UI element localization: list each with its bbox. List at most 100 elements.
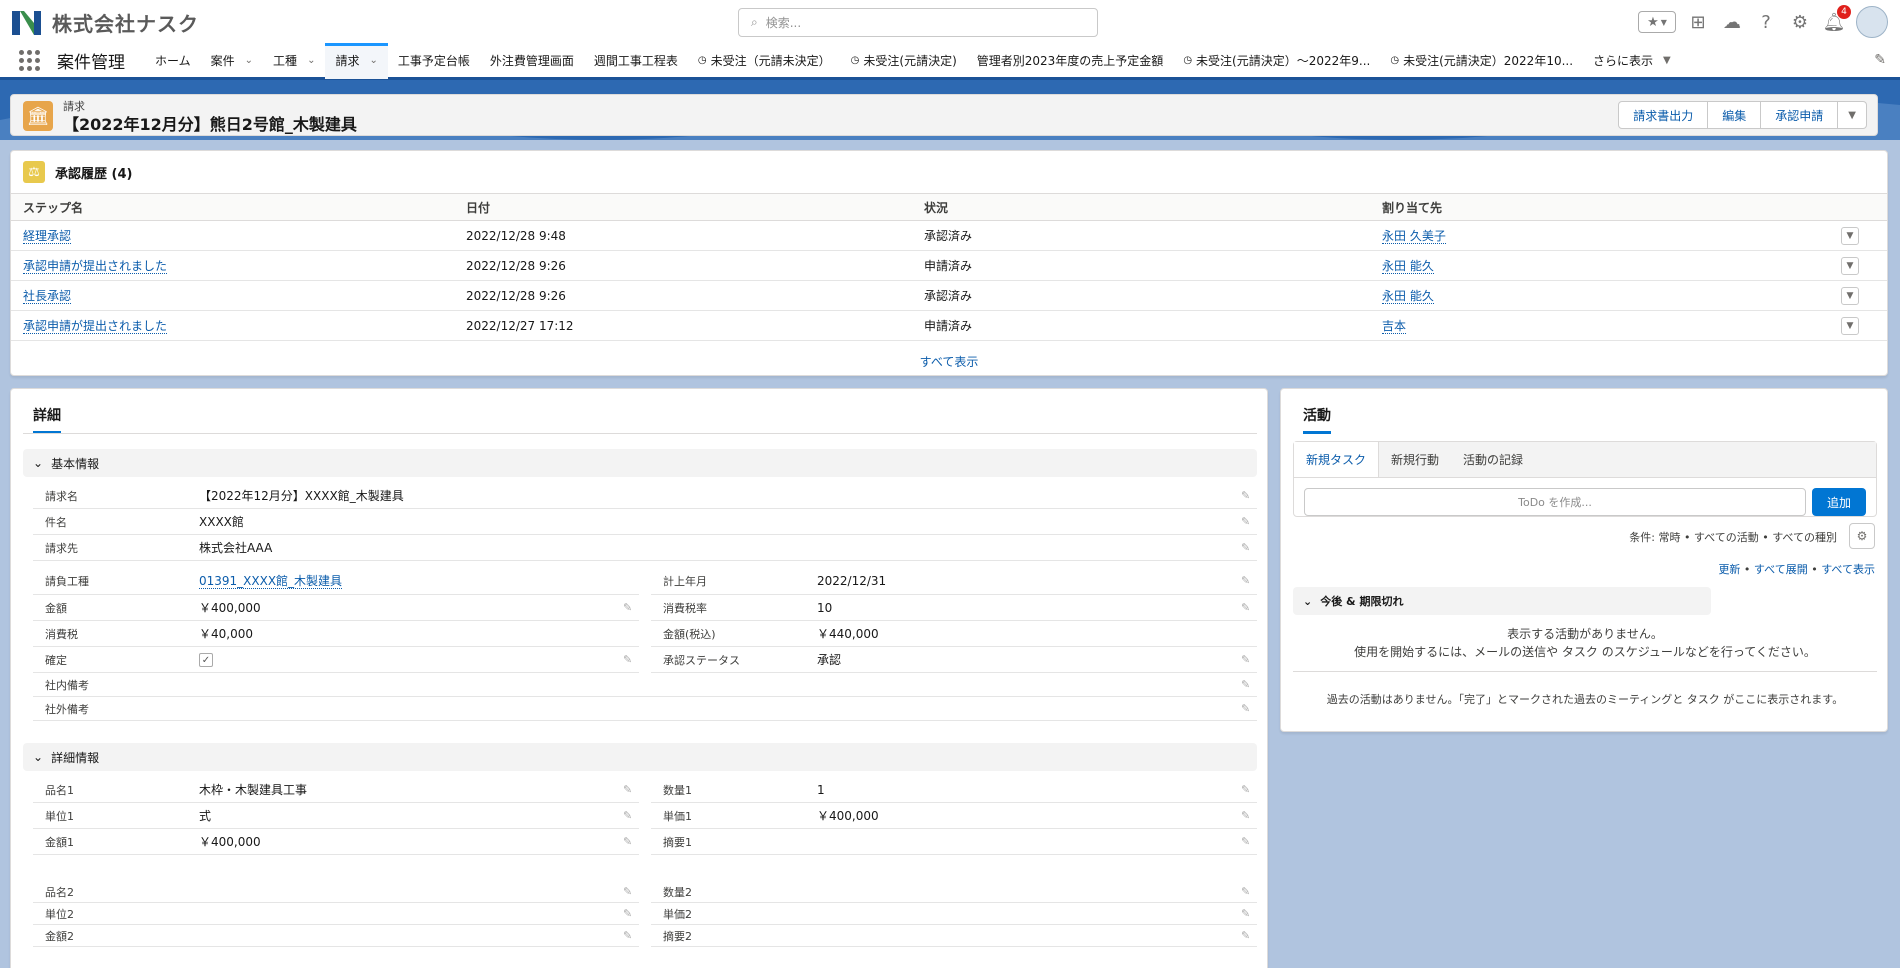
edit-pencil-icon[interactable]: ✎ <box>623 835 639 848</box>
add-task-button[interactable]: 追加 <box>1812 488 1866 516</box>
step-name-link[interactable]: 承認申請が提出されました <box>23 259 168 274</box>
assignee-link[interactable]: 永田 能久 <box>1382 259 1434 274</box>
nav-item-outsourcing[interactable]: 外注費管理画面 <box>480 43 584 79</box>
approval-icon: ⚖ <box>23 161 45 183</box>
step-name-link[interactable]: 経理承認 <box>23 229 72 244</box>
assignee-link[interactable]: 永田 久美子 <box>1382 229 1446 244</box>
row-actions-caret-icon[interactable]: ▼ <box>1841 286 1859 305</box>
chevron-down-icon[interactable]: ⌄ <box>245 55 253 66</box>
tab-new-event[interactable]: 新規行動 <box>1379 442 1451 477</box>
edit-pencil-icon[interactable]: ✎ <box>1241 835 1257 848</box>
field-label: 計上年月 <box>663 574 707 588</box>
confirmed-checkbox[interactable]: ✓ <box>199 653 213 668</box>
step-name-link[interactable]: 社長承認 <box>23 289 72 304</box>
nav-item-cases[interactable]: 案件 ⌄ <box>201 43 263 79</box>
row-actions-caret-icon[interactable]: ▼ <box>1841 226 1859 245</box>
refresh-link[interactable]: 更新 <box>1718 563 1740 576</box>
section-basic-info[interactable]: ⌄ 基本情報 <box>23 449 1257 477</box>
table-row: 承認申請が提出されました 2022/12/28 9:26 申請済み 永田 能久 … <box>11 251 1887 281</box>
edit-button[interactable]: 編集 <box>1708 101 1762 129</box>
row-actions-caret-icon[interactable]: ▼ <box>1841 316 1859 335</box>
nav-item-construction-ledger[interactable]: 工事予定台帳 <box>388 43 480 79</box>
edit-pencil-icon[interactable]: ✎ <box>1241 574 1257 587</box>
more-actions-button[interactable]: ▼ <box>1838 101 1867 129</box>
submit-approval-button[interactable]: 承認申請 <box>1761 101 1839 129</box>
edit-pencil-icon[interactable]: ✎ <box>1241 601 1257 614</box>
filter-gear-icon[interactable]: ⚙ <box>1849 523 1875 549</box>
edit-pencil-icon[interactable]: ✎ <box>623 885 639 898</box>
help-icon[interactable]: ? <box>1754 10 1778 34</box>
row-actions-caret-icon[interactable]: ▼ <box>1841 256 1859 275</box>
list-view-icon: ◷ <box>1183 55 1193 66</box>
setup-gear-icon[interactable]: ⚙ <box>1788 10 1812 34</box>
company-brand[interactable]: 株式会社ナスク <box>12 8 199 37</box>
show-all-link[interactable]: すべて表示 <box>920 355 979 369</box>
edit-pencil-icon[interactable]: ✎ <box>623 929 639 942</box>
tab-log-activity[interactable]: 活動の記録 <box>1451 442 1535 477</box>
chevron-down-icon[interactable]: ⌄ <box>369 55 377 66</box>
nav-item-invoices[interactable]: 請求 ⌄ <box>325 42 388 79</box>
edit-pencil-icon[interactable]: ✎ <box>1241 929 1257 942</box>
upcoming-overdue-section[interactable]: ⌄ 今後 & 期限切れ <box>1293 587 1711 615</box>
assignee-link[interactable]: 永田 能久 <box>1382 289 1434 304</box>
edit-pencil-icon[interactable]: ✎ <box>1241 783 1257 796</box>
approval-history-title[interactable]: 承認履歴 (4) <box>55 163 132 182</box>
todo-input[interactable]: ToDo を作成... <box>1304 488 1806 516</box>
nav-item-unordered-sep[interactable]: ◷ 未受注(元請決定）～2022年9... <box>1173 43 1380 79</box>
expand-all-link[interactable]: すべて展開 <box>1754 563 1808 576</box>
trailhead-icon[interactable]: ☁ <box>1720 10 1744 34</box>
favorites-button[interactable]: ★ ▼ <box>1638 11 1676 33</box>
work-type-link[interactable]: 01391_XXXX館_木製建具 <box>199 574 343 589</box>
edit-pencil-icon[interactable]: ✎ <box>623 653 639 666</box>
tab-details[interactable]: 詳細 <box>33 405 61 434</box>
nav-item-label: 未受注（元請未決定） <box>710 54 831 68</box>
tab-new-task[interactable]: 新規タスク <box>1294 442 1380 477</box>
edit-pencil-icon[interactable]: ✎ <box>1241 809 1257 822</box>
step-name-link[interactable]: 承認申請が提出されました <box>23 319 168 334</box>
edit-pencil-icon[interactable]: ✎ <box>1241 653 1257 666</box>
edit-pencil-icon[interactable]: ✎ <box>1241 541 1257 554</box>
edit-pencil-icon[interactable]: ✎ <box>1241 907 1257 920</box>
approval-status-value: 承認 <box>817 653 842 667</box>
assignee-link[interactable]: 吉本 <box>1382 319 1407 334</box>
nav-item-label: 外注費管理画面 <box>489 54 574 68</box>
invoice-name-value: 【2022年12月分】XXXX館_木製建具 <box>199 489 404 503</box>
nav-item-weekly-schedule[interactable]: 週間工事工程表 <box>584 43 688 79</box>
app-navigation-bar: 案件管理 ホーム 案件 ⌄ 工種 ⌄ 請求 ⌄ 工事予定台帳 外注費管理画面 週間工事… <box>0 42 1900 80</box>
edit-pencil-icon[interactable]: ✎ <box>1241 885 1257 898</box>
edit-pencil-icon[interactable]: ✎ <box>1241 515 1257 528</box>
nav-item-sales-forecast[interactable]: 管理者別2023年度の売上予定金額 <box>967 43 1174 79</box>
edit-pencil-icon[interactable]: ✎ <box>1241 678 1257 691</box>
edit-pencil-icon[interactable]: ✎ <box>1241 489 1257 502</box>
column-header: 状況 <box>924 200 949 215</box>
nav-item-home[interactable]: ホーム <box>145 43 201 79</box>
field-label: 社外備考 <box>45 702 89 716</box>
nav-item-unordered-oct[interactable]: ◷ 未受注(元請決定）2022年10... <box>1380 43 1583 79</box>
view-all-link[interactable]: すべて表示 <box>1821 563 1875 576</box>
nav-item-unordered-decided[interactable]: ◷ 未受注(元請決定) <box>841 43 967 79</box>
date-cell: 2022/12/28 9:26 <box>466 288 566 303</box>
section-detail-info[interactable]: ⌄ 詳細情報 <box>23 743 1257 771</box>
app-launcher-icon[interactable] <box>19 49 41 72</box>
nav-item-more[interactable]: さらに表示 ▼ <box>1583 43 1681 79</box>
chevron-down-icon[interactable]: ⌄ <box>307 55 315 66</box>
nav-item-unordered-undecided[interactable]: ◷ 未受注（元請未決定） <box>688 43 841 79</box>
record-header: 🏛︎ 請求 【2022年12月分】熊日2号館_木製建具 請求書出力 編集 承認申… <box>10 94 1878 136</box>
edit-pencil-icon[interactable]: ✎ <box>623 601 639 614</box>
user-avatar[interactable] <box>1856 6 1888 38</box>
edit-pencil-icon[interactable]: ✎ <box>1241 702 1257 715</box>
edit-pencil-icon[interactable]: ✎ <box>623 907 639 920</box>
activity-filter-text: 条件: 常時 • すべての活動 • すべての種別 <box>1629 531 1837 544</box>
edit-nav-pencil-icon[interactable]: ✎ <box>1874 52 1886 68</box>
global-actions-icon[interactable]: ⊞ <box>1686 10 1710 34</box>
global-search-input[interactable]: ⌕ 検索... <box>738 8 1098 37</box>
tab-activity[interactable]: 活動 <box>1303 405 1331 434</box>
list-view-icon: ◷ <box>697 55 707 66</box>
list-view-icon: ◷ <box>850 55 860 66</box>
approval-history-table: ステップ名 日付 状況 割り当て先 経理承認 2022/12/28 9:48 承… <box>11 193 1887 341</box>
edit-pencil-icon[interactable]: ✎ <box>623 783 639 796</box>
edit-pencil-icon[interactable]: ✎ <box>623 809 639 822</box>
notifications-bell-icon[interactable]: 🔔︎ 4 <box>1822 5 1851 34</box>
nav-item-work-types[interactable]: 工種 ⌄ <box>263 43 325 79</box>
print-invoice-button[interactable]: 請求書出力 <box>1618 101 1709 129</box>
